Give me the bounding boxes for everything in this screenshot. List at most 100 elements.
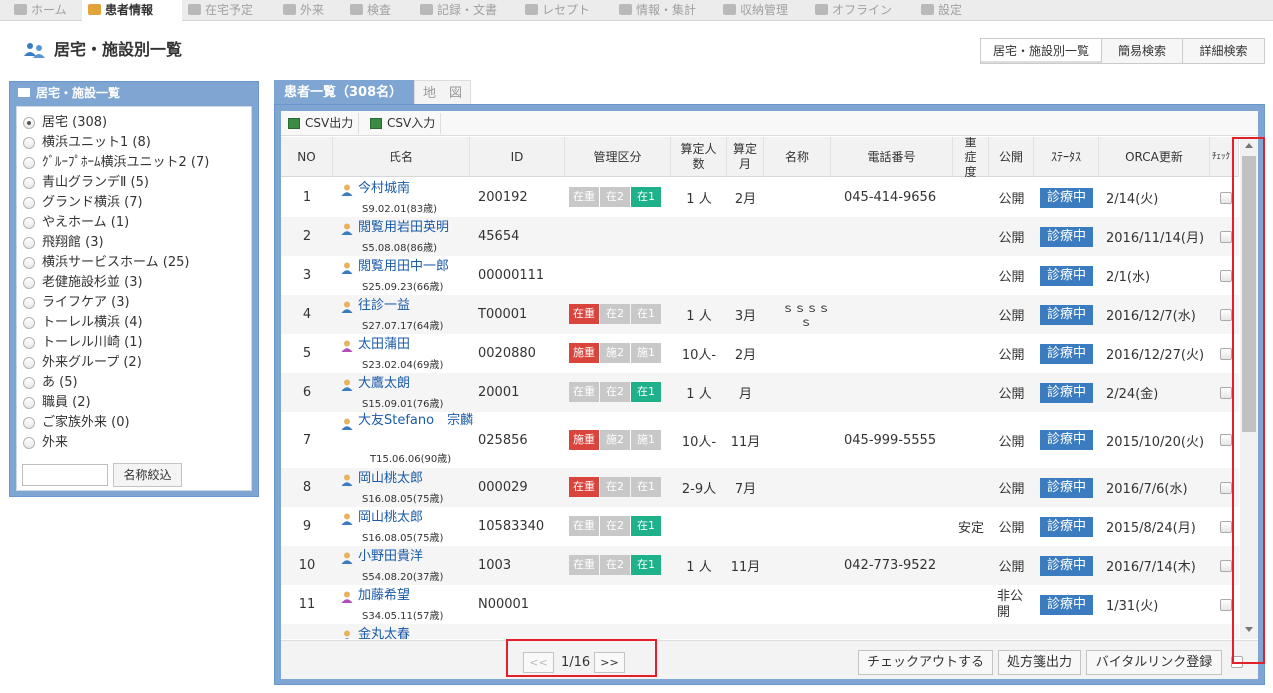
column-header[interactable]: NO xyxy=(281,137,333,177)
facility-option[interactable]: やえホーム (1) xyxy=(23,213,243,233)
nav-home[interactable]: ホーム xyxy=(14,0,84,21)
table-row[interactable]: 11 N00001 非公開 1/31(火) 診療中 加藤希望 S34.05.11(57歳) xyxy=(281,585,1239,624)
status-badge[interactable]: 診療中 xyxy=(1040,187,1093,208)
patient-name-link[interactable]: 大友Stefano 宗麟 xyxy=(358,413,476,429)
status-badge[interactable]: 診療中 xyxy=(1040,382,1093,403)
facility-radio[interactable] xyxy=(23,177,35,189)
facility-radio[interactable] xyxy=(23,237,35,249)
column-header[interactable]: ID xyxy=(470,137,565,177)
table-row[interactable]: 1 200192 1 人 2月 045-414-9656 公開 2/14(火) 在重 在2 在1 診… xyxy=(281,178,1239,217)
row-checkbox[interactable] xyxy=(1220,481,1232,494)
table-row[interactable]: 8 000029 2-9人 7月 公開 2016/7/6(水) 在重 在2 在1 診療中 岡山桃太郎… xyxy=(281,468,1239,507)
column-header[interactable]: ORCA更新 xyxy=(1099,137,1210,177)
table-row[interactable]: 4 T00001 1 人 3月 公開 2016/12/7(水) ｓｓｓｓ ｓ 在重 在2 在1 診療中… xyxy=(281,295,1239,334)
nav-plug[interactable]: オフライン xyxy=(815,0,913,21)
csv-export-button[interactable]: CSV出力 xyxy=(281,113,360,134)
column-header[interactable]: 管理区分 xyxy=(565,137,671,177)
facility-radio[interactable] xyxy=(23,377,35,389)
facility-radio[interactable] xyxy=(23,297,35,309)
row-checkbox[interactable] xyxy=(1220,269,1232,282)
facility-radio[interactable] xyxy=(23,337,35,349)
table-row[interactable]: 7 025856 10人- 11月 045-999-5555 公開 2015/10/20(火… xyxy=(281,412,1239,468)
facility-radio[interactable] xyxy=(23,117,35,129)
facility-radio[interactable] xyxy=(23,317,35,329)
facility-option[interactable]: 飛翔館 (3) xyxy=(23,233,243,253)
table-row[interactable]: 金丸太春 xyxy=(281,624,1239,639)
facility-radio[interactable] xyxy=(23,137,35,149)
status-badge[interactable]: 診療中 xyxy=(1040,430,1093,450)
facility-option[interactable]: 老健施設杉並 (3) xyxy=(23,273,243,293)
csv-import-button[interactable]: CSV入力 xyxy=(363,113,442,134)
patient-name-link[interactable]: 今村城南 xyxy=(358,181,410,196)
simple-search-button[interactable]: 簡易検索 xyxy=(1101,38,1183,64)
status-badge[interactable]: 診療中 xyxy=(1040,555,1093,576)
facility-option[interactable]: ご家族外来 (0) xyxy=(23,413,243,433)
row-checkbox[interactable] xyxy=(1220,559,1232,572)
column-header[interactable]: 算定月 xyxy=(727,137,764,177)
row-checkbox[interactable] xyxy=(1220,598,1232,611)
vital-link-register-button[interactable]: バイタルリンク登録 xyxy=(1086,650,1222,675)
nav-patient[interactable]: 患者情報 xyxy=(82,0,182,22)
facility-radio[interactable] xyxy=(23,277,35,289)
row-checkbox[interactable] xyxy=(1220,230,1232,243)
facility-option[interactable]: 横浜ユニット1 (8) xyxy=(23,133,243,153)
facility-option[interactable]: 横浜サービスホーム (25) xyxy=(23,253,243,273)
facility-option[interactable]: ライフケア (3) xyxy=(23,293,243,313)
facility-option[interactable]: 外来 xyxy=(23,433,243,453)
patient-name-link[interactable]: 太田蒲田 xyxy=(358,337,410,352)
status-badge[interactable]: 診療中 xyxy=(1040,477,1093,498)
detail-search-button[interactable]: 詳細検索 xyxy=(1182,38,1265,64)
facility-option[interactable]: 青山グランデⅡ (5) xyxy=(23,173,243,193)
nav-outpatient[interactable]: 外来 xyxy=(283,0,341,21)
status-badge[interactable]: 診療中 xyxy=(1040,304,1093,325)
facility-radio[interactable] xyxy=(23,357,35,369)
row-checkbox[interactable] xyxy=(1220,434,1232,446)
facility-option[interactable]: グランド横浜 (7) xyxy=(23,193,243,213)
nav-gear[interactable]: 設定 xyxy=(921,0,971,21)
patient-name-link[interactable]: 往診一益 xyxy=(358,298,410,313)
prescription-output-button[interactable]: 処方箋出力 xyxy=(998,650,1081,675)
row-checkbox[interactable] xyxy=(1220,347,1232,360)
nav-document[interactable]: 記録・文書 xyxy=(420,0,515,21)
facility-radio[interactable] xyxy=(23,157,35,169)
status-badge[interactable]: 診療中 xyxy=(1040,226,1093,247)
table-row[interactable]: 3 00000111 公開 2/1(水) 診療中 閲覧用田中一郎 S25.09.23(66歳… xyxy=(281,256,1239,295)
table-row[interactable]: 6 20001 1 人 月 公開 2/24(金) 在重 在2 在1 診療中 大鷹太朗 S15.09.0… xyxy=(281,373,1239,412)
table-row[interactable]: 2 45654 公開 2016/11/14(月) 診療中 閲覧用岩田英明 S5.08.08(… xyxy=(281,217,1239,256)
row-checkbox[interactable] xyxy=(1220,308,1232,321)
column-header[interactable]: ｽﾃｰﾀｽ xyxy=(1034,137,1099,177)
patient-name-link[interactable]: 閲覧用岩田英明 xyxy=(358,220,449,235)
facility-option[interactable]: 職員 (2) xyxy=(23,393,243,413)
column-header[interactable]: 重症度 xyxy=(953,137,989,177)
patient-name-link[interactable]: 加藤希望 xyxy=(358,588,410,603)
facility-list-button[interactable]: 居宅・施設別一覧 xyxy=(980,38,1102,64)
table-row[interactable]: 9 10583340 安定 公開 2015/8/24(月) 在重 在2 在1 診療中 岡山桃太郎 S… xyxy=(281,507,1239,546)
nav-tag[interactable]: 収納管理 xyxy=(723,0,807,21)
patient-name-link[interactable]: 岡山桃太郎 xyxy=(358,510,423,525)
row-checkbox[interactable] xyxy=(1220,386,1232,399)
tab-patient-list[interactable]: 患者一覧（308名） xyxy=(274,80,414,105)
facility-filter-input[interactable] xyxy=(22,464,108,486)
facility-option[interactable]: トーレル横浜 (4) xyxy=(23,313,243,333)
facility-radio[interactable] xyxy=(23,437,35,449)
status-badge[interactable]: 診療中 xyxy=(1040,265,1093,286)
column-header[interactable]: 算定人数 xyxy=(671,137,727,177)
status-badge[interactable]: 診療中 xyxy=(1040,343,1093,364)
facility-option[interactable]: 居宅 (308) xyxy=(23,113,243,133)
row-checkbox[interactable] xyxy=(1220,520,1232,533)
facility-radio[interactable] xyxy=(23,197,35,209)
column-header[interactable]: 公開 xyxy=(989,137,1034,177)
column-header[interactable]: 名称 xyxy=(764,137,831,177)
facility-radio[interactable] xyxy=(23,257,35,269)
patient-name-link[interactable]: 金丸太春 xyxy=(358,627,410,639)
facility-radio[interactable] xyxy=(23,417,35,429)
column-header[interactable]: 電話番号 xyxy=(831,137,953,177)
patient-name-link[interactable]: 小野田貴洋 xyxy=(358,549,423,564)
facility-option[interactable]: ｸﾞﾙｰﾌﾟﾎｰﾑ横浜ユニット2 (7) xyxy=(23,153,243,173)
table-row[interactable]: 10 1003 1 人 11月 042-773-9522 公開 2016/7/14(木) 在重… xyxy=(281,546,1239,585)
status-badge[interactable]: 診療中 xyxy=(1040,516,1093,537)
facility-radio[interactable] xyxy=(23,397,35,409)
patient-name-link[interactable]: 岡山桃太郎 xyxy=(358,471,423,486)
row-checkbox[interactable] xyxy=(1220,191,1232,204)
facility-filter-button[interactable]: 名称絞込 xyxy=(113,463,182,487)
